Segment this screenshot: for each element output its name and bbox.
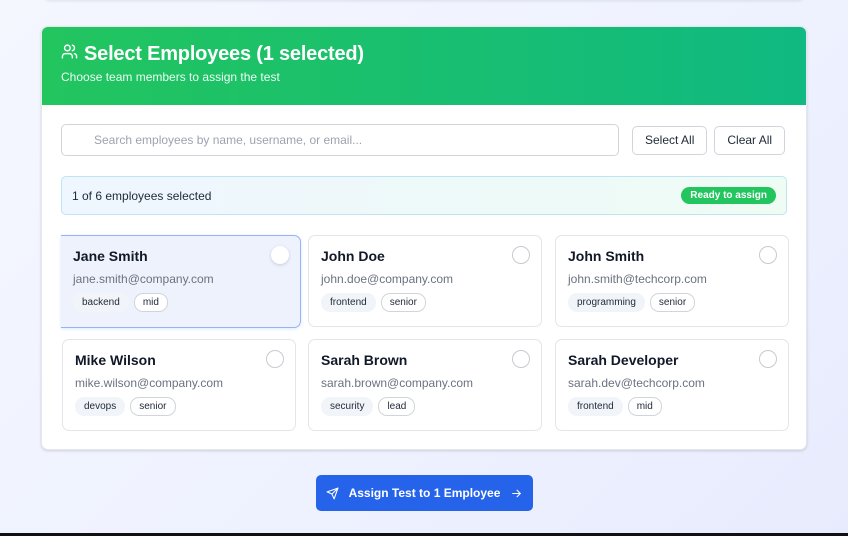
employee-tags: security lead bbox=[321, 397, 529, 416]
select-radio[interactable] bbox=[759, 350, 777, 368]
employee-tags: frontend senior bbox=[321, 293, 529, 312]
employee-card[interactable]: Sarah Brown sarah.brown@company.com secu… bbox=[308, 339, 542, 431]
select-radio[interactable] bbox=[512, 246, 530, 264]
level-tag: senior bbox=[380, 293, 426, 312]
level-tag: mid bbox=[133, 293, 168, 312]
ready-badge: Ready to assign bbox=[681, 187, 776, 204]
select-radio[interactable] bbox=[271, 246, 289, 264]
employee-email: mike.wilson@company.com bbox=[75, 376, 224, 390]
card-body: Select All Clear All 1 of 6 employees se… bbox=[42, 105, 806, 449]
employee-card[interactable]: Mike Wilson mike.wilson@company.com devo… bbox=[62, 339, 296, 431]
assign-test-label: Assign Test to 1 Employee bbox=[348, 486, 501, 500]
skill-tag: devops bbox=[75, 397, 126, 416]
employee-tags: programming senior bbox=[568, 293, 776, 312]
level-tag: mid bbox=[627, 397, 662, 416]
skill-tag: frontend bbox=[321, 293, 376, 312]
search-input[interactable] bbox=[62, 125, 618, 155]
employee-name: Jane Smith bbox=[73, 248, 148, 264]
skill-tag: programming bbox=[568, 293, 645, 312]
employee-name: Sarah Brown bbox=[321, 352, 408, 368]
select-employees-card: Select Employees (1 selected) Choose tea… bbox=[41, 26, 807, 450]
employee-email: jane.smith@company.com bbox=[73, 272, 214, 286]
level-tag: senior bbox=[130, 397, 176, 416]
skill-tag: security bbox=[321, 397, 374, 416]
select-radio[interactable] bbox=[759, 246, 777, 264]
employee-tags: frontend mid bbox=[568, 397, 776, 416]
skill-tag: backend bbox=[73, 293, 129, 312]
toolbar: Select All Clear All bbox=[61, 124, 787, 156]
search-box[interactable] bbox=[61, 124, 619, 156]
send-icon bbox=[326, 487, 339, 499]
select-radio[interactable] bbox=[266, 350, 284, 368]
employee-email: sarah.brown@company.com bbox=[321, 376, 474, 390]
users-icon bbox=[61, 43, 78, 66]
card-subtitle: Choose team members to assign the test bbox=[61, 70, 280, 84]
card-title: Select Employees (1 selected) bbox=[61, 43, 787, 66]
employee-email: john.doe@company.com bbox=[321, 272, 454, 286]
employee-tags: backend mid bbox=[73, 293, 288, 312]
clear-all-button[interactable]: Clear All bbox=[714, 125, 786, 155]
select-radio[interactable] bbox=[512, 350, 530, 368]
employee-grid: Jane Smith jane.smith@company.com backen… bbox=[61, 235, 789, 431]
select-all-button[interactable]: Select All bbox=[632, 125, 708, 155]
card-title-text: Select Employees (1 selected) bbox=[84, 43, 364, 65]
employee-card[interactable]: Jane Smith jane.smith@company.com backen… bbox=[61, 235, 301, 328]
selection-count-text: 1 of 6 employees selected bbox=[72, 188, 212, 203]
employee-name: Mike Wilson bbox=[75, 352, 156, 368]
selection-status-bar: 1 of 6 employees selected Ready to assig… bbox=[61, 176, 787, 215]
employee-name: John Doe bbox=[321, 248, 385, 264]
employee-name: Sarah Developer bbox=[568, 352, 679, 368]
arrow-right-icon bbox=[512, 489, 522, 497]
employee-name: John Smith bbox=[568, 248, 645, 264]
employee-tags: devops senior bbox=[75, 397, 283, 416]
employee-email: sarah.dev@techcorp.com bbox=[568, 376, 705, 390]
card-header: Select Employees (1 selected) Choose tea… bbox=[42, 27, 806, 105]
employee-email: john.smith@techcorp.com bbox=[568, 272, 707, 286]
employee-card[interactable]: Sarah Developer sarah.dev@techcorp.com f… bbox=[555, 339, 789, 431]
level-tag: lead bbox=[378, 397, 416, 416]
level-tag: senior bbox=[649, 293, 696, 312]
employee-card[interactable]: John Smith john.smith@techcorp.com progr… bbox=[555, 235, 789, 327]
skill-tag: frontend bbox=[568, 397, 623, 416]
employee-card[interactable]: John Doe john.doe@company.com frontend s… bbox=[308, 235, 542, 327]
assign-test-button[interactable]: Assign Test to 1 Employee bbox=[316, 475, 533, 511]
